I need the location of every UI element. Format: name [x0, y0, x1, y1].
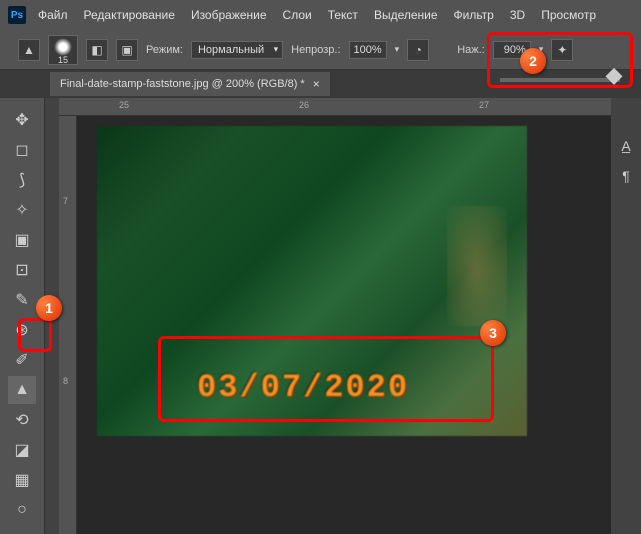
tab-title: Final-date-stamp-faststone.jpg @ 200% (R…: [60, 78, 305, 90]
date-stamp-text: 03/07/2020: [197, 369, 409, 406]
crop-tool[interactable]: ▣: [8, 226, 36, 254]
menu-3d[interactable]: 3D: [510, 8, 525, 22]
airbrush-icon[interactable]: ✦: [551, 39, 573, 61]
workspace: ✥ ◻ ⟆ ✧ ▣ ⊡ ✎ ⊛ ✐ ▲ ⟲ ◪ ▦ ○ 25 26 27 7 8…: [0, 98, 641, 534]
close-icon[interactable]: ×: [313, 77, 320, 91]
menu-image[interactable]: Изображение: [191, 8, 267, 22]
gradient-tool[interactable]: ▦: [8, 466, 36, 494]
annotation-marker-1: 1: [36, 295, 62, 321]
photoshop-logo: Ps: [8, 6, 26, 24]
brush-panel-icon[interactable]: ▣: [116, 39, 138, 61]
flow-slider-track[interactable]: [500, 78, 620, 82]
opacity-label: Непрозр.:: [291, 44, 340, 56]
menu-edit[interactable]: Редактирование: [84, 8, 175, 22]
image-content: 03/07/2020: [97, 126, 527, 436]
menu-filter[interactable]: Фильтр: [454, 8, 494, 22]
move-tool[interactable]: ✥: [8, 106, 36, 134]
menu-file[interactable]: Файл: [38, 8, 68, 22]
history-brush-tool[interactable]: ⟲: [8, 406, 36, 434]
frame-tool[interactable]: ⊡: [8, 256, 36, 284]
canvas-area: 25 26 27 7 8 03/07/2020: [59, 98, 611, 534]
blend-mode-dropdown[interactable]: Нормальный: [191, 41, 283, 59]
menu-text[interactable]: Текст: [328, 8, 358, 22]
right-panel: A̲ ¶: [611, 98, 641, 534]
annotation-marker-2: 2: [520, 48, 546, 74]
flow-label: Наж.:: [457, 44, 485, 56]
mode-label: Режим:: [146, 44, 183, 56]
clone-stamp-tool[interactable]: ▲: [8, 376, 36, 404]
canvas-viewport[interactable]: 03/07/2020: [77, 116, 611, 534]
brush-size-label: 15: [48, 55, 78, 65]
lasso-tool[interactable]: ⟆: [8, 166, 36, 194]
marquee-tool[interactable]: ◻: [8, 136, 36, 164]
opacity-value[interactable]: 100%: [349, 41, 387, 59]
menu-bar: Ps Файл Редактирование Изображение Слои …: [0, 0, 641, 30]
menu-select[interactable]: Выделение: [374, 8, 438, 22]
eraser-tool[interactable]: ◪: [8, 436, 36, 464]
ruler-vertical: 7 8: [59, 116, 77, 534]
document-tab-bar: Final-date-stamp-faststone.jpg @ 200% (R…: [0, 70, 641, 98]
annotation-marker-3: 3: [480, 320, 506, 346]
blur-tool[interactable]: ○: [8, 496, 36, 524]
pressure-opacity-icon[interactable]: ◔: [407, 39, 429, 61]
ruler-horizontal: 25 26 27: [59, 98, 611, 116]
eyedropper-tool[interactable]: ✎: [8, 286, 36, 314]
menu-view[interactable]: Просмотр: [541, 8, 596, 22]
tool-preset-icon[interactable]: ▲: [18, 39, 40, 61]
character-panel-icon[interactable]: A̲: [621, 138, 630, 154]
healing-tool[interactable]: ⊛: [8, 316, 36, 344]
menu-layers[interactable]: Слои: [283, 8, 312, 22]
document-tab[interactable]: Final-date-stamp-faststone.jpg @ 200% (R…: [50, 72, 330, 96]
brush-tool[interactable]: ✐: [8, 346, 36, 374]
magic-wand-tool[interactable]: ✧: [8, 196, 36, 224]
brush-settings-icon[interactable]: ◧: [86, 39, 108, 61]
paragraph-panel-icon[interactable]: ¶: [622, 168, 630, 184]
